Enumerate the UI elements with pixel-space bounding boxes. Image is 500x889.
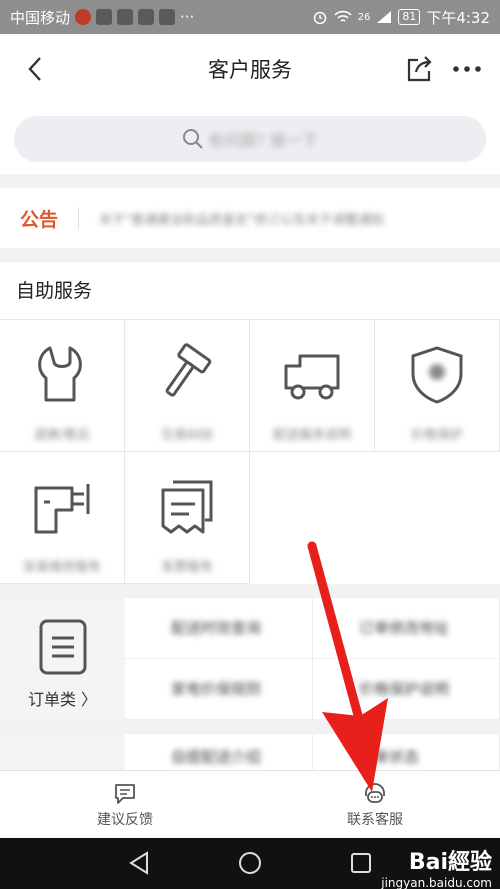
app-notification-icon bbox=[96, 9, 113, 25]
self-service-grid: 退换/售后 交易纠纷 配送服务说明 价格保护 安装维修服务 发票服务 bbox=[0, 320, 500, 584]
nav-bar: 客户服务 bbox=[0, 34, 500, 104]
search-input[interactable]: 有问题? 搜一下 bbox=[14, 116, 486, 162]
shield-icon bbox=[411, 346, 463, 404]
faq-item[interactable]: 家电价保规则 bbox=[125, 659, 313, 720]
watermark-url: jingyan.baidu.com bbox=[381, 876, 492, 889]
wrench-icon bbox=[38, 346, 82, 402]
more-notifications-icon: ··· bbox=[180, 8, 195, 26]
search-placeholder: 有问题? 搜一下 bbox=[208, 131, 318, 150]
page-title: 客户服务 bbox=[208, 58, 292, 82]
app-notification-icon bbox=[159, 9, 176, 25]
watermark: Bai經验 jingyan.baidu.com bbox=[381, 844, 492, 889]
more-icon[interactable] bbox=[452, 56, 482, 82]
wifi-icon bbox=[333, 10, 352, 22]
share-icon[interactable] bbox=[404, 54, 434, 84]
system-nav-bar: Bai經验 jingyan.baidu.com bbox=[0, 838, 500, 889]
app-notification-icon bbox=[75, 9, 92, 25]
feedback-icon bbox=[115, 784, 135, 804]
search-icon bbox=[183, 129, 203, 149]
feedback-label: 建议反馈 bbox=[97, 812, 153, 828]
feedback-button[interactable]: 建议反馈 bbox=[0, 771, 250, 839]
bottom-tab-bar: 建议反馈 联系客服 bbox=[0, 770, 500, 838]
faq-item[interactable]: 配送时效查询 bbox=[125, 598, 313, 659]
notice-label: 公告 bbox=[20, 208, 59, 231]
category-cell[interactable] bbox=[0, 734, 125, 770]
back-icon[interactable] bbox=[22, 54, 52, 84]
service-label: 退换/售后 bbox=[33, 428, 91, 443]
battery-icon: 81 bbox=[398, 9, 421, 25]
notice-bar[interactable]: 公告 关于"普通建设和品质鉴定"修订公告关于调整通知 bbox=[0, 188, 500, 248]
signal-icon bbox=[377, 11, 392, 23]
order-faq-section: 订单类 〉 配送时效查询 订单修改地址 家电价保规则 价格保护说明 bbox=[0, 598, 500, 720]
gavel-icon bbox=[165, 343, 212, 397]
service-label: 交易纠纷 bbox=[160, 428, 213, 443]
wechat-icon bbox=[138, 9, 155, 25]
faq-item[interactable]: 价格保护说明 bbox=[313, 659, 500, 720]
faq-item[interactable]: 订单修改地址 bbox=[313, 598, 500, 659]
self-service-title: 自助服务 bbox=[0, 262, 500, 320]
service-item[interactable]: 价格保护 bbox=[375, 320, 500, 452]
carrier-label: 中国移动 bbox=[10, 8, 71, 27]
invoice-icon bbox=[161, 480, 213, 534]
system-home-icon[interactable] bbox=[237, 850, 263, 876]
headset-icon bbox=[365, 783, 385, 803]
alarm-icon bbox=[313, 11, 326, 25]
system-back-icon[interactable] bbox=[126, 850, 152, 876]
service-item[interactable]: 配送服务说明 bbox=[250, 320, 375, 452]
service-item[interactable]: 发票服务 bbox=[125, 452, 250, 584]
status-bar: 中国移动 ··· 26 81 下午4:32 bbox=[0, 0, 500, 34]
truck-icon bbox=[284, 354, 340, 400]
document-icon bbox=[39, 619, 86, 675]
order-category-label: 订单类 〉 bbox=[27, 690, 98, 709]
chevron-right-icon: 〉 bbox=[81, 690, 98, 709]
divider bbox=[78, 207, 80, 229]
service-label: 价格保护 bbox=[410, 428, 463, 443]
app-notification-icon bbox=[117, 9, 134, 25]
contact-label: 联系客服 bbox=[347, 812, 403, 828]
search-section: 有问题? 搜一下 bbox=[0, 104, 500, 174]
drill-icon bbox=[34, 484, 90, 534]
service-item[interactable]: 交易纠纷 bbox=[125, 320, 250, 452]
watermark-brand: Bai經验 bbox=[408, 850, 492, 875]
faq-item[interactable]: 自提配送介绍 bbox=[125, 734, 313, 770]
system-recent-icon[interactable] bbox=[348, 850, 374, 876]
service-item[interactable]: 退换/售后 bbox=[0, 320, 125, 452]
service-label: 发票服务 bbox=[160, 560, 213, 575]
order-category[interactable]: 订单类 〉 bbox=[0, 598, 125, 720]
faq-item[interactable]: 订单状态 bbox=[313, 734, 500, 770]
contact-service-button[interactable]: 联系客服 bbox=[250, 771, 500, 839]
service-item[interactable]: 安装维修服务 bbox=[0, 452, 125, 584]
order-faq-section-2: 自提配送介绍 订单状态 bbox=[0, 734, 500, 770]
network-indicator: 26 bbox=[357, 11, 371, 23]
notice-text: 关于"普通建设和品质鉴定"修订公告关于调整通知 bbox=[99, 212, 384, 228]
service-label: 配送服务说明 bbox=[272, 428, 351, 443]
service-label: 安装维修服务 bbox=[22, 560, 101, 575]
clock: 下午4:32 bbox=[426, 8, 490, 27]
